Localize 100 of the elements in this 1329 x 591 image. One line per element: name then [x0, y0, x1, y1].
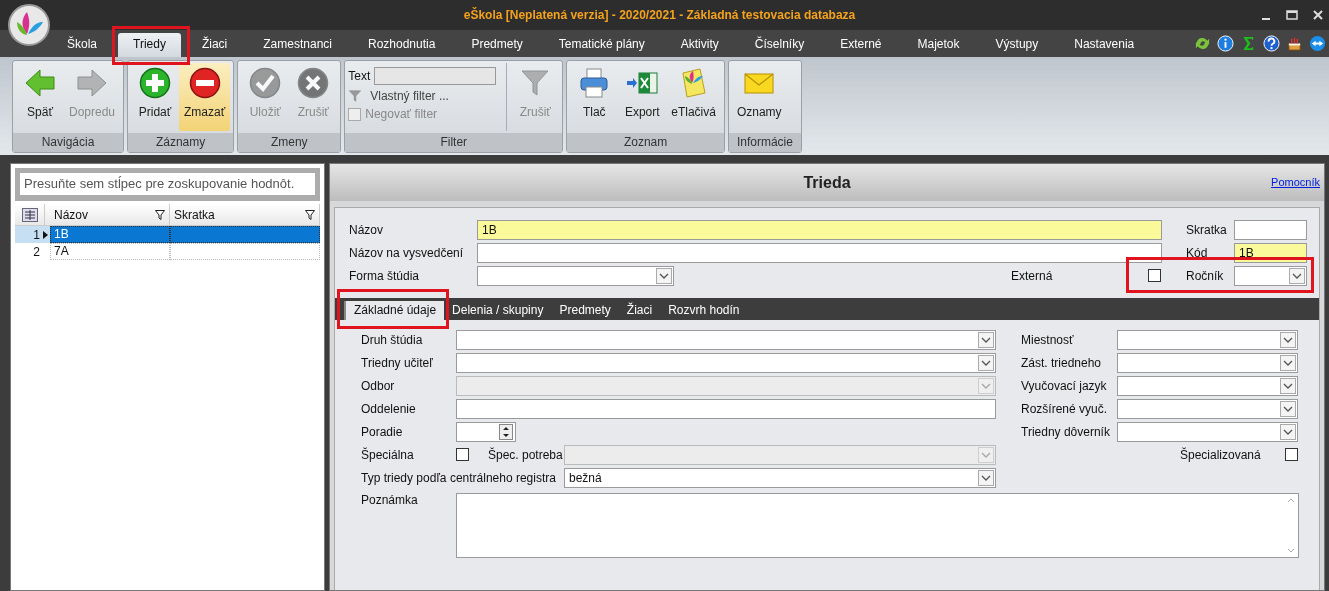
refresh-icon[interactable]: [1194, 35, 1211, 52]
menu-tab[interactable]: Triedy: [118, 33, 181, 57]
close-icon[interactable]: [1311, 8, 1325, 22]
panel-title: Trieda: [803, 173, 851, 192]
current-row-icon: [43, 230, 48, 239]
field-label: Vyučovací jazyk: [1021, 378, 1108, 393]
field-label: Druh štúdia: [361, 332, 424, 347]
custom-filter-link[interactable]: Vlastný filter ...: [348, 89, 497, 103]
menu-tab[interactable]: Externé: [825, 33, 897, 57]
dropdown[interactable]: [477, 265, 674, 286]
toolbar-button[interactable]: Tlač: [570, 63, 619, 131]
spinner-arrows-icon: [499, 423, 513, 440]
field-label: Externá: [1011, 268, 1054, 283]
field-label: Oddelenie: [361, 401, 417, 416]
field-label: Názov na vysvedčení: [349, 245, 465, 260]
cake-icon[interactable]: [1286, 35, 1303, 52]
toolbar-button[interactable]: Pridať: [131, 63, 180, 131]
group-label: Zmeny: [238, 133, 341, 152]
checkbox[interactable]: [1148, 269, 1161, 282]
info-icon[interactable]: [1217, 35, 1234, 52]
field-label: Rozšírené vyuč.: [1021, 401, 1109, 416]
maximize-icon[interactable]: [1285, 8, 1299, 22]
group-label: Zoznam: [567, 133, 724, 152]
tab[interactable]: Delenia / skupiny: [444, 301, 552, 320]
dropdown[interactable]: [1234, 265, 1307, 286]
menu-tab[interactable]: Zamestnanci: [248, 33, 347, 57]
table-cell[interactable]: [170, 243, 320, 260]
dropdown[interactable]: [1117, 375, 1298, 396]
checkbox[interactable]: [456, 448, 469, 461]
checkbox[interactable]: [1285, 448, 1298, 461]
menu-tab[interactable]: Majetok: [902, 33, 975, 57]
dropdown[interactable]: [456, 352, 996, 373]
menu-tab[interactable]: Škola: [52, 33, 113, 57]
dropdown[interactable]: bežná: [564, 467, 996, 488]
group-label: Navigácia: [13, 133, 124, 152]
dropdown[interactable]: [1117, 421, 1298, 442]
field-label: Text: [348, 69, 371, 83]
text-field[interactable]: [374, 67, 497, 85]
field-label: Skratka: [1186, 222, 1228, 237]
group-label: Filter: [345, 133, 563, 152]
dropdown[interactable]: [1117, 398, 1298, 419]
table-cell[interactable]: 7A: [50, 243, 170, 260]
dropdown[interactable]: [1117, 329, 1298, 350]
filter-icon[interactable]: [305, 209, 315, 220]
field-label: Poznámka: [361, 493, 419, 509]
toolbar-button[interactable]: Oznamy: [731, 63, 787, 131]
remove-icon: [188, 67, 221, 99]
menu-tab[interactable]: Aktivity: [665, 33, 734, 57]
field-label: Odbor: [361, 378, 396, 393]
dropdown[interactable]: [1117, 352, 1298, 373]
column-header[interactable]: Skratka: [170, 204, 320, 225]
toolbar-button[interactable]: Export: [618, 63, 667, 131]
field-label: Názov: [349, 222, 384, 237]
group-label: Záznamy: [128, 133, 234, 152]
menu-tab[interactable]: Rozhodnutia: [353, 33, 451, 57]
text-field[interactable]: 1B: [1234, 242, 1307, 263]
field-label: Špeciálna: [361, 447, 415, 462]
menu-tab[interactable]: Číselníky: [739, 33, 820, 57]
group-label: Informácie: [728, 133, 801, 152]
toolbar-button[interactable]: eTlačivá: [666, 63, 721, 131]
field-label: Zást. triedneho: [1021, 355, 1103, 370]
toolbar-button[interactable]: Späť: [16, 63, 64, 131]
toolbar-button[interactable]: Zmazať: [179, 63, 231, 131]
row-number: 2: [32, 243, 41, 260]
menu-tab[interactable]: Tematické plány: [543, 33, 660, 57]
group-by-hint: Presuňte sem stĺpec pre zoskupovanie hodnôt.: [20, 173, 315, 195]
field-label: Miestnosť: [1021, 332, 1075, 347]
field-label: Špec. potreba: [488, 447, 564, 462]
window-title: eŠkola [Neplatená verzia] - 2020/2021 - Základná testovacia databaza: [462, 8, 857, 22]
tab[interactable]: Žiaci: [618, 301, 661, 320]
column-header[interactable]: Názov: [50, 204, 170, 225]
help-link[interactable]: Pomocník: [1271, 176, 1320, 188]
check-icon: [249, 67, 282, 99]
remote-support-icon[interactable]: [1309, 35, 1326, 52]
back-arrow-icon: [24, 67, 56, 99]
menu-tab[interactable]: Predmety: [456, 33, 538, 57]
tab[interactable]: Základné údaje: [344, 301, 445, 320]
field-label: Triedny učiteľ: [361, 355, 434, 370]
number-field[interactable]: [456, 421, 516, 442]
menu-tab[interactable]: Žiaci: [186, 33, 243, 57]
table-cell[interactable]: 1B: [50, 226, 170, 243]
tab[interactable]: Predmety: [551, 301, 619, 320]
column-chooser-icon[interactable]: [21, 207, 38, 222]
note-field[interactable]: [456, 493, 1299, 558]
tab[interactable]: Rozvrh hodín: [660, 301, 748, 320]
filter-icon[interactable]: [155, 209, 165, 220]
table-cell[interactable]: [170, 226, 320, 243]
row-number: 1: [15, 226, 50, 243]
text-field[interactable]: 1B: [477, 219, 1162, 240]
menu-tab[interactable]: Nastavenia: [1059, 33, 1150, 57]
dropdown[interactable]: [456, 329, 996, 350]
field-label: Poradie: [361, 424, 404, 439]
help-icon[interactable]: [1263, 35, 1280, 52]
text-field[interactable]: [477, 242, 1162, 263]
menu-tab[interactable]: Výstupy: [980, 33, 1054, 57]
printer-icon: [578, 67, 611, 99]
text-field[interactable]: [1234, 219, 1307, 240]
text-field[interactable]: [456, 398, 996, 419]
cancel-icon: [297, 67, 330, 99]
field-label: Špecializovaná: [1180, 447, 1262, 462]
